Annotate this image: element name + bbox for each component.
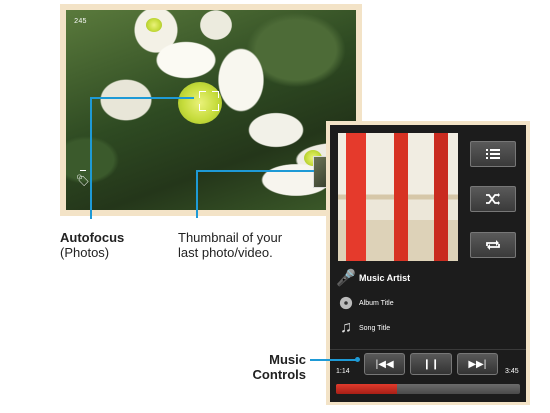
divider <box>330 349 526 350</box>
previous-button[interactable]: |◀◀ <box>364 353 406 375</box>
album-row: Album Title <box>338 295 394 311</box>
music-player-screenshot: 🎤 Music Artist Album Title ♫ Song Title … <box>326 121 530 405</box>
repeat-button[interactable] <box>470 232 516 258</box>
album-title: Album Title <box>359 299 394 307</box>
music-controls-callout-line <box>310 359 358 361</box>
song-row: ♫ Song Title <box>338 319 391 336</box>
artist-row: 🎤 Music Artist <box>336 270 411 287</box>
elapsed-time: 1:14 <box>336 368 350 375</box>
autofocus-callout-line <box>90 97 92 219</box>
album-art <box>338 133 458 261</box>
music-controls-label: Music Controls <box>244 352 306 382</box>
tag-icon[interactable]: 🏷 <box>76 174 90 187</box>
progress-fill <box>336 384 397 394</box>
autofocus-subtitle: (Photos) <box>60 245 110 260</box>
camera-screenshot: 245 🏷 <box>60 4 362 216</box>
autofocus-box <box>199 91 219 111</box>
music-controls: |◀◀ ❙❙ ▶▶| <box>364 353 498 375</box>
next-icon: ▶▶| <box>468 358 487 370</box>
microphone-icon: 🎤 <box>336 270 356 287</box>
pause-icon: ❙❙ <box>422 358 440 370</box>
autofocus-label: Autofocus (Photos) <box>60 230 124 260</box>
autofocus-title: Autofocus <box>60 230 125 245</box>
next-button[interactable]: ▶▶| <box>456 353 498 375</box>
artist-name: Music Artist <box>359 273 411 283</box>
repeat-icon <box>486 240 500 250</box>
music-note-icon: ♫ <box>340 319 352 336</box>
progress-bar[interactable] <box>336 384 520 394</box>
playlist-button[interactable] <box>470 141 516 167</box>
camera-viewfinder[interactable]: 245 🏷 <box>66 10 356 210</box>
song-title: Song Title <box>359 324 391 332</box>
thumbnail-callout-line <box>196 170 198 218</box>
music-controls-callout-dot <box>355 357 360 362</box>
music-controls-label-line2: Controls <box>252 367 306 382</box>
list-icon <box>486 149 500 159</box>
zoom-minus-icon[interactable] <box>80 170 86 171</box>
music-controls-label-line1: Music <box>269 352 306 367</box>
disc-icon <box>338 295 354 311</box>
pause-button[interactable]: ❙❙ <box>410 353 452 375</box>
shuffle-button[interactable] <box>470 186 516 212</box>
thumbnail-callout-line <box>196 170 314 172</box>
shot-counter: 245 <box>74 18 87 26</box>
thumbnail-label-line2: last photo/video. <box>178 245 273 260</box>
thumbnail-label: Thumbnail of your last photo/video. <box>178 230 282 260</box>
shuffle-icon <box>486 193 500 205</box>
flower-center <box>146 18 162 32</box>
thumbnail-label-line1: Thumbnail of your <box>178 230 283 245</box>
previous-icon: |◀◀ <box>375 358 394 370</box>
total-time: 3:45 <box>505 368 519 375</box>
autofocus-callout-line <box>90 97 194 99</box>
